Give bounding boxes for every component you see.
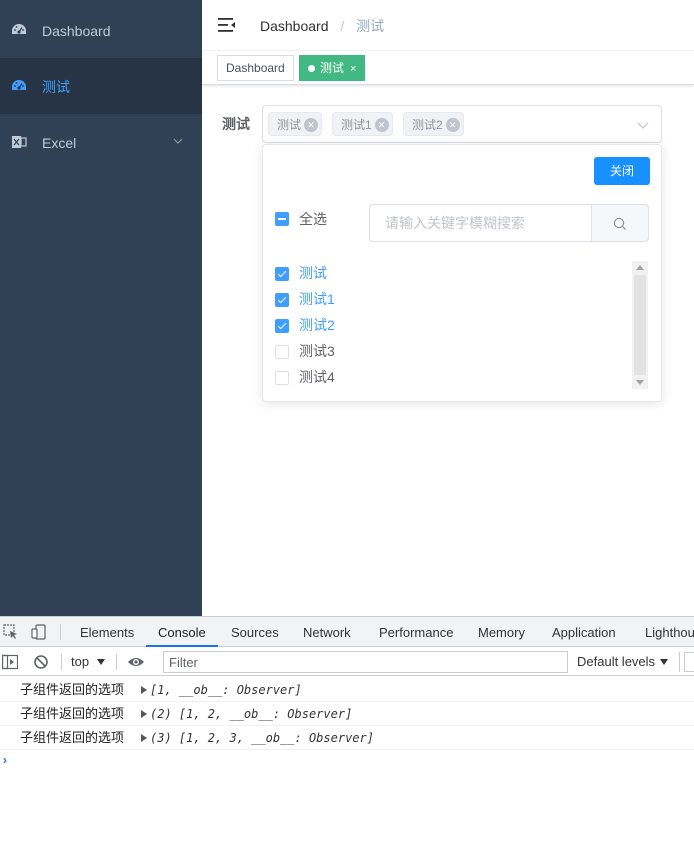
tag-dashboard[interactable]: Dashboard xyxy=(217,55,294,81)
option-label[interactable]: 测试1 xyxy=(299,289,335,309)
devtools-tab-memory[interactable]: Memory xyxy=(478,617,525,647)
devtools-tab-network[interactable]: Network xyxy=(303,617,351,647)
console-log-row: 子组件返回的选项 (2) [1, 2, __ob__: Observer] xyxy=(0,702,694,726)
chip-label: 测试2 xyxy=(412,118,443,132)
breadcrumb: Dashboard / 测试 xyxy=(260,16,384,36)
scroll-down-icon[interactable] xyxy=(636,380,644,385)
console-prompt[interactable]: › xyxy=(3,753,7,767)
filter-input[interactable] xyxy=(163,651,568,673)
devtools-tab-elements[interactable]: Elements xyxy=(80,617,134,647)
option-label[interactable]: 测试3 xyxy=(299,341,335,361)
context-selector[interactable]: top xyxy=(71,654,89,669)
log-object[interactable]: (3) [1, 2, 3, __ob__: Observer] xyxy=(150,726,374,750)
scroll-up-icon[interactable] xyxy=(636,265,644,270)
sidebar-item-test[interactable]: 测试 xyxy=(0,58,202,114)
tags-view: Dashboard 测试 × xyxy=(202,51,694,85)
selected-chip: 测试 ✕ xyxy=(268,112,323,136)
search-icon xyxy=(613,217,627,231)
log-message: 子组件返回的选项 xyxy=(20,706,125,721)
settings-button[interactable] xyxy=(684,652,694,672)
log-object[interactable]: [1, __ob__: Observer] xyxy=(150,678,302,702)
breadcrumb-separator: / xyxy=(340,18,345,34)
tag-test[interactable]: 测试 × xyxy=(299,55,366,81)
chevron-down-icon xyxy=(173,138,183,144)
selected-chip: 测试1 ✕ xyxy=(332,112,393,136)
selected-chip: 测试2 ✕ xyxy=(403,112,464,136)
option-checkbox[interactable] xyxy=(275,293,289,307)
option-checkbox[interactable] xyxy=(275,319,289,333)
option-checkbox[interactable] xyxy=(275,371,289,385)
chip-close-icon[interactable]: ✕ xyxy=(374,118,389,132)
device-toolbar-icon[interactable] xyxy=(31,624,47,640)
multi-select[interactable]: 测试 ✕ 测试1 ✕ 测试2 ✕ xyxy=(262,105,662,143)
inspect-element-icon[interactable] xyxy=(3,624,19,640)
sidebar-item-dashboard[interactable]: Dashboard xyxy=(0,2,202,58)
log-message: 子组件返回的选项 xyxy=(20,682,125,697)
dashboard-icon xyxy=(12,24,26,34)
chip-label: 测试 xyxy=(277,118,302,132)
form-label: 测试 xyxy=(222,116,250,132)
log-levels-selector[interactable]: Default levels xyxy=(577,654,655,669)
devtools-tab-performance[interactable]: Performance xyxy=(379,617,453,647)
devtools-tabbar: Elements Console Sources Network Perform… xyxy=(0,617,694,647)
sidebar-item-excel[interactable]: Excel xyxy=(0,114,202,170)
chip-close-icon[interactable]: ✕ xyxy=(304,118,319,132)
toolbar-divider xyxy=(60,624,61,640)
toolbar-divider xyxy=(61,654,62,670)
search-input[interactable] xyxy=(369,204,591,242)
console-toolbar: top Default levels xyxy=(0,648,694,676)
chevron-down-icon[interactable] xyxy=(637,119,649,131)
toolbar-divider xyxy=(679,652,680,672)
console-log-row: 子组件返回的选项 (3) [1, 2, 3, __ob__: Observer] xyxy=(0,726,694,750)
dropdown-arrow-icon xyxy=(660,659,668,665)
app: Dashboard 测试 Excel Dashboard / 测试 Dashbo… xyxy=(0,0,694,616)
active-dot-icon xyxy=(308,65,315,72)
select-dropdown: 关闭 全选 测试 测试1 测试2 测试3 测试4 xyxy=(262,144,662,402)
tag-label: Dashboard xyxy=(226,61,285,75)
devtools-tab-sources[interactable]: Sources xyxy=(231,617,279,647)
breadcrumb-dashboard[interactable]: Dashboard xyxy=(260,18,329,34)
log-message: 子组件返回的选项 xyxy=(20,730,125,745)
sidebar-item-label: Excel xyxy=(42,135,77,151)
option-label[interactable]: 测试4 xyxy=(299,367,335,387)
sidebar-item-label: 测试 xyxy=(42,79,70,95)
sidebar-item-label: Dashboard xyxy=(42,23,111,39)
devtools-tab-application[interactable]: Application xyxy=(552,617,616,647)
breadcrumb-current: 测试 xyxy=(356,18,385,34)
show-sidebar-icon[interactable] xyxy=(2,654,18,670)
clear-console-icon[interactable] xyxy=(33,654,49,670)
expand-triangle-icon[interactable] xyxy=(141,710,147,718)
excel-icon xyxy=(12,136,27,148)
option-label[interactable]: 测试2 xyxy=(299,315,335,335)
select-all-label[interactable]: 全选 xyxy=(299,209,327,229)
chip-label: 测试1 xyxy=(341,118,372,132)
chip-close-icon[interactable]: ✕ xyxy=(445,118,460,132)
tag-close-icon[interactable]: × xyxy=(350,63,356,75)
navbar: Dashboard / 测试 xyxy=(202,0,694,50)
eye-icon[interactable] xyxy=(127,654,145,670)
log-object[interactable]: (2) [1, 2, __ob__: Observer] xyxy=(150,702,352,726)
devtools-tab-lighthouse[interactable]: Lighthouse xyxy=(645,617,694,647)
sidebar: Dashboard 测试 Excel xyxy=(0,0,202,616)
option-checkbox[interactable] xyxy=(275,345,289,359)
expand-triangle-icon[interactable] xyxy=(141,734,147,742)
scrollbar-thumb[interactable] xyxy=(634,275,646,375)
expand-triangle-icon[interactable] xyxy=(141,686,147,694)
dropdown-arrow-icon xyxy=(97,659,105,665)
tag-label: 测试 xyxy=(320,61,345,75)
devtools-panel: Elements Console Sources Network Perform… xyxy=(0,616,694,844)
scrollbar[interactable] xyxy=(632,261,648,389)
close-button[interactable]: 关闭 xyxy=(594,157,650,185)
dashboard-icon xyxy=(12,80,26,90)
devtools-tab-console[interactable]: Console xyxy=(146,617,218,647)
option-checkbox[interactable] xyxy=(275,267,289,281)
option-label[interactable]: 测试 xyxy=(299,263,327,283)
search-button[interactable] xyxy=(591,204,649,242)
toolbar-divider xyxy=(116,654,117,670)
console-log-row: 子组件返回的选项 [1, __ob__: Observer] xyxy=(0,678,694,702)
hamburger-icon[interactable] xyxy=(218,16,236,34)
select-all-checkbox[interactable] xyxy=(275,212,289,226)
